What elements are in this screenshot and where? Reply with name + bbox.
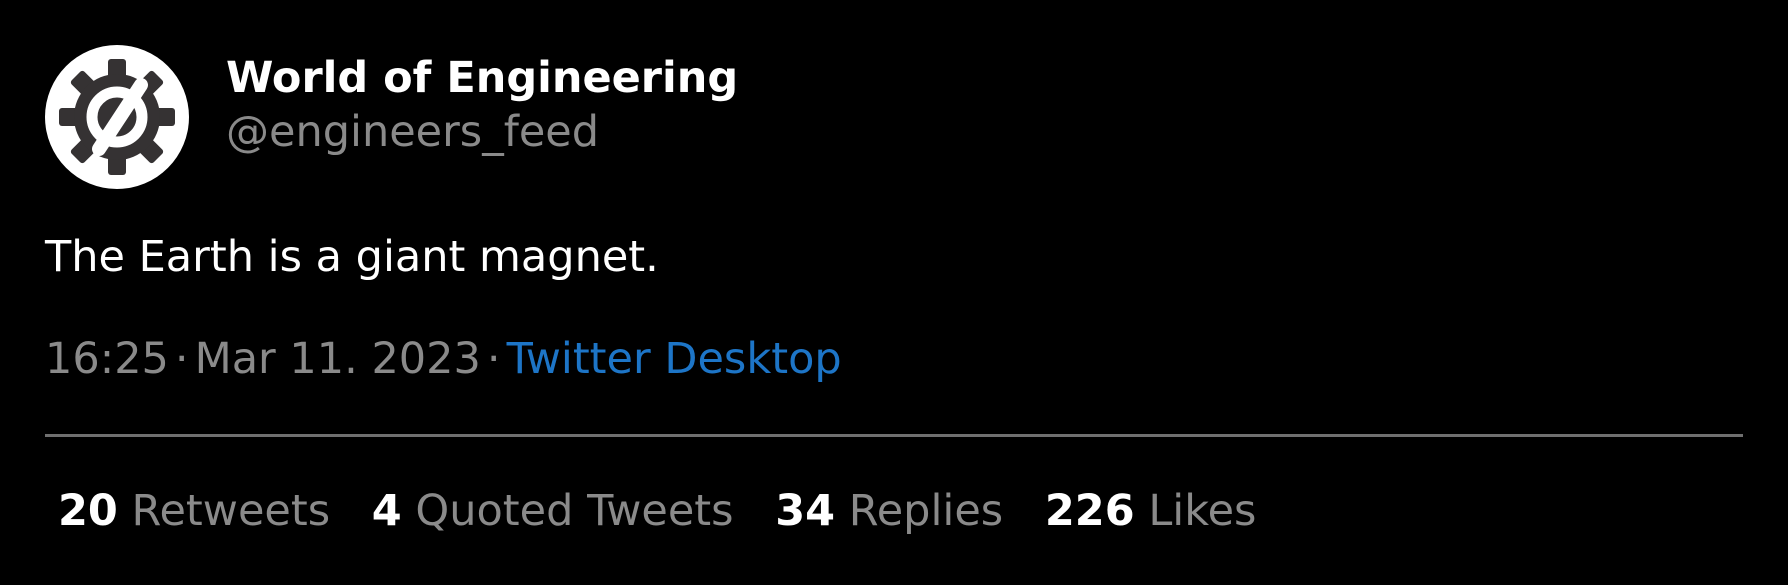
gear-icon	[59, 59, 175, 175]
tweet-source-link[interactable]: Twitter Desktop	[507, 334, 842, 384]
meta-separator: ·	[486, 334, 501, 384]
meta-separator: ·	[174, 334, 189, 384]
stat-count: 34	[775, 486, 836, 536]
divider	[45, 434, 1743, 437]
tweet-stats: 20 Retweets 4 Quoted Tweets 34 Replies 2…	[58, 483, 1256, 539]
stat-count: 20	[58, 486, 118, 536]
stat-label: Quoted Tweets	[415, 486, 734, 536]
avatar[interactable]	[45, 45, 189, 189]
stat-replies[interactable]: 34 Replies	[775, 483, 1003, 539]
tweet-text: The Earth is a giant magnet.	[45, 232, 659, 282]
tweet-date[interactable]: Mar 11. 2023	[195, 334, 481, 384]
stat-label: Retweets	[131, 486, 331, 536]
stat-retweets[interactable]: 20 Retweets	[58, 483, 330, 539]
stat-likes[interactable]: 226 Likes	[1045, 483, 1257, 539]
display-name[interactable]: World of Engineering	[226, 50, 738, 106]
tweet-meta: 16:25 · Mar 11. 2023 · Twitter Desktop	[45, 331, 842, 387]
stat-label: Replies	[848, 486, 1004, 536]
tweet-card: World of Engineering @engineers_feed The…	[0, 0, 1788, 585]
stat-count: 4	[371, 486, 402, 536]
tweet-time[interactable]: 16:25	[45, 334, 169, 384]
stat-label: Likes	[1148, 486, 1257, 536]
stat-quoted-tweets[interactable]: 4 Quoted Tweets	[372, 483, 734, 539]
user-handle[interactable]: @engineers_feed	[226, 104, 599, 160]
stat-count: 226	[1044, 486, 1135, 536]
